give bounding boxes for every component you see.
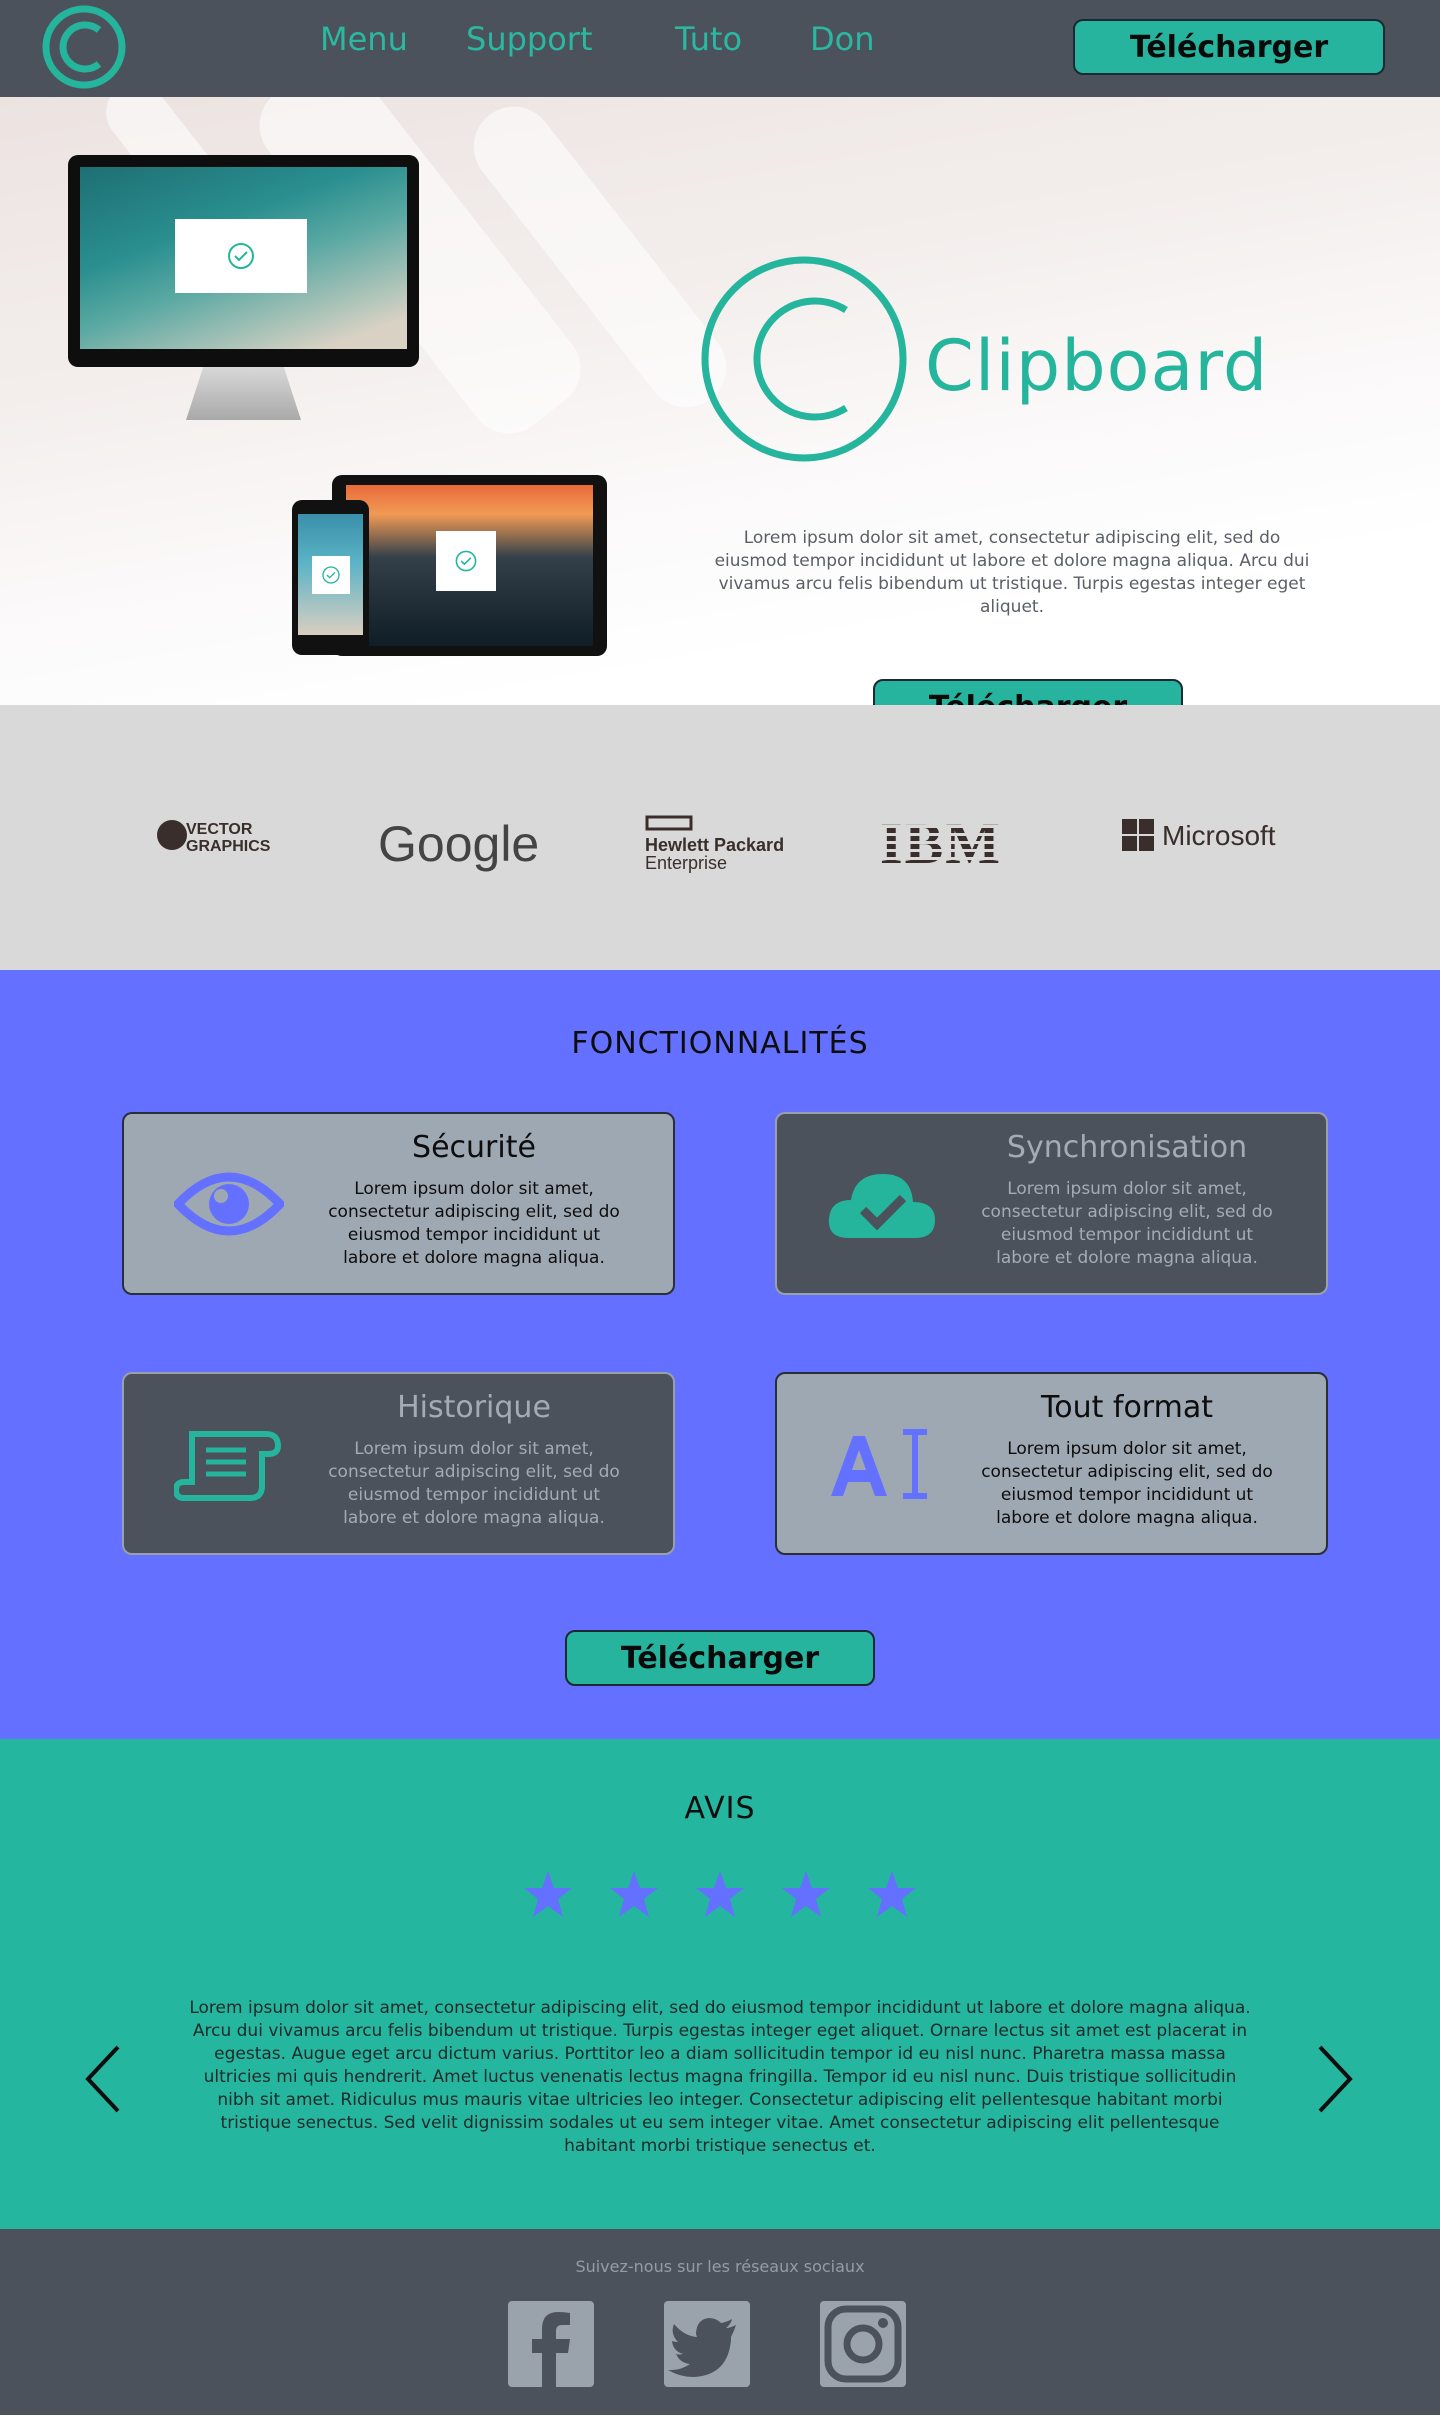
vector-graphics-logo: VECTOR GRAPHICS (156, 815, 286, 855)
hero: Clipboard Lorem ipsum dolor sit amet, co… (0, 97, 1440, 705)
vector-graphics-logo-text-2: GRAPHICS (186, 838, 271, 855)
facebook-icon[interactable] (508, 2301, 594, 2387)
feature-text: Lorem ipsum dolor sit amet, consectetur … (981, 1439, 1273, 1528)
feature-title: Historique (397, 1390, 551, 1425)
hero-description: Lorem ipsum dolor sit amet, consectetur … (714, 528, 1310, 617)
clipboard-logo-icon (701, 256, 907, 462)
star-icon (610, 1871, 658, 1917)
monitor-card (175, 219, 307, 293)
vector-graphics-logo-text-1: VECTOR (186, 821, 253, 838)
check-circle-icon (228, 243, 254, 269)
review-text: Lorem ipsum dolor sit amet, consectetur … (189, 1998, 1251, 2156)
tablet-screen-image (346, 485, 593, 646)
tablet-mockup (332, 475, 607, 656)
feature-text: Lorem ipsum dolor sit amet, consectetur … (328, 1179, 620, 1268)
monitor-mockup (68, 155, 419, 420)
microsoft-logo: Microsoft (1120, 815, 1290, 855)
features-section: FONCTIONNALITÉS Sécurité Lorem ipsum dol… (0, 970, 1440, 1739)
monitor-screen-image (80, 167, 407, 349)
next-arrow-icon[interactable] (1304, 2039, 1364, 2119)
feature-text: Lorem ipsum dolor sit amet, consectetur … (981, 1179, 1273, 1268)
feature-card-all-formats[interactable]: Tout format Lorem ipsum dolor sit amet, … (775, 1372, 1328, 1555)
features-download-button[interactable]: Télécharger (565, 1630, 875, 1686)
partners-section: VECTOR GRAPHICS Google Hewlett Packard E… (0, 705, 1440, 970)
features-title: FONCTIONNALITÉS (571, 1026, 869, 1061)
header: Menu Support Tuto Don Télécharger (0, 0, 1440, 97)
hpe-logo-text-1: Hewlett Packard (645, 835, 784, 855)
microsoft-logo-text: Microsoft (1162, 820, 1276, 851)
footer-social-text: Suivez-nous sur les réseaux sociaux (575, 2257, 865, 2276)
footer: Suivez-nous sur les réseaux sociaux (0, 2229, 1440, 2415)
scroll-icon (174, 1431, 282, 1501)
instagram-icon[interactable] (820, 2301, 906, 2387)
phone-mockup (292, 500, 369, 655)
reviews-section: AVIS Lorem ipsum dolor sit amet, consect… (0, 1739, 1440, 2229)
google-logo-text: Google (378, 816, 540, 872)
phone-card (312, 556, 350, 594)
cloud-check-icon (828, 1174, 935, 1238)
feature-title: Synchronisation (1006, 1130, 1248, 1165)
clipboard-logo-icon[interactable] (41, 4, 127, 90)
google-logo: Google (378, 815, 539, 873)
check-circle-icon (455, 550, 477, 572)
nav-don[interactable]: Don (810, 20, 875, 58)
feature-title: Sécurité (412, 1130, 536, 1165)
text-format-icon (831, 1429, 927, 1499)
nav-support[interactable]: Support (466, 20, 593, 58)
star-icon (782, 1871, 830, 1917)
star-icon (696, 1871, 744, 1917)
nav-menu[interactable]: Menu (320, 20, 408, 58)
header-download-button[interactable]: Télécharger (1073, 19, 1385, 75)
monitor-screen (68, 155, 419, 367)
tablet-card (436, 531, 496, 591)
feature-card-sync[interactable]: Synchronisation Lorem ipsum dolor sit am… (775, 1112, 1328, 1295)
nav-tuto[interactable]: Tuto (675, 20, 742, 58)
hero-download-button[interactable]: Télécharger (873, 679, 1183, 705)
ibm-logo: IBM (880, 815, 1020, 871)
phone-screen-image (298, 514, 363, 635)
star-icon (524, 1871, 572, 1917)
twitter-icon[interactable] (664, 2301, 750, 2387)
monitor-stand (186, 367, 301, 420)
previous-arrow-icon[interactable] (74, 2039, 134, 2119)
reviews-title: AVIS (684, 1791, 756, 1826)
feature-card-history[interactable]: Historique Lorem ipsum dolor sit amet, c… (122, 1372, 675, 1555)
feature-title: Tout format (1041, 1390, 1213, 1425)
check-circle-icon (322, 566, 340, 584)
star-icon (868, 1871, 916, 1917)
hpe-logo: Hewlett Packard Enterprise (645, 815, 785, 875)
hpe-logo-text-2: Enterprise (645, 853, 727, 873)
hero-title: Clipboard (925, 325, 1269, 407)
eye-icon (174, 1172, 284, 1236)
feature-card-security[interactable]: Sécurité Lorem ipsum dolor sit amet, con… (122, 1112, 675, 1295)
rating-stars (520, 1867, 920, 1927)
feature-text: Lorem ipsum dolor sit amet, consectetur … (328, 1439, 620, 1528)
